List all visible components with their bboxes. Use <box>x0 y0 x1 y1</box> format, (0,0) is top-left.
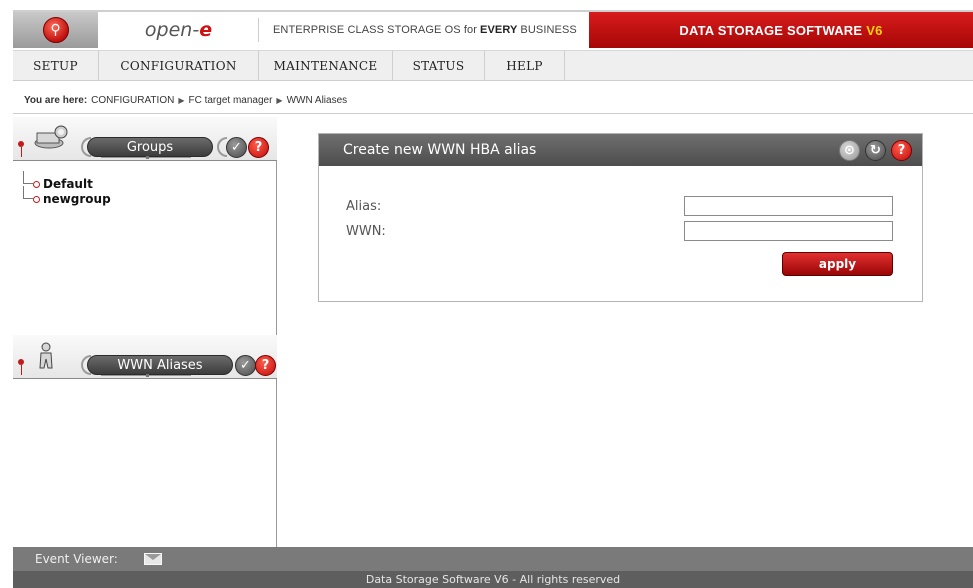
tagline-pre: ENTERPRISE CLASS STORAGE OS for <box>273 24 478 36</box>
footer-text: Data Storage Software V6 - All rights re… <box>365 573 621 586</box>
aliases-panel-header: WWN Aliases ✓ ? <box>13 335 277 379</box>
breadcrumb-divider <box>13 113 973 114</box>
tree-connector <box>23 186 33 199</box>
aliases-title-underline <box>101 374 191 377</box>
breadcrumb-separator-icon: ▶ <box>276 96 283 105</box>
tree-item-default[interactable]: Default <box>23 171 111 192</box>
product-name: DATA STORAGE SOFTWARE <box>679 22 863 38</box>
tree-node-icon <box>33 181 40 188</box>
brand-prefix: open- <box>144 19 200 41</box>
breadcrumb-item[interactable]: FC target manager <box>188 95 272 106</box>
product-version: V6 <box>866 22 883 38</box>
breadcrumb-item: WWN Aliases <box>286 95 348 106</box>
footer: Data Storage Software V6 - All rights re… <box>13 571 973 588</box>
breadcrumb: You are here: CONFIGURATION ▶ FC target … <box>24 95 347 106</box>
groups-tree: Default newgroup <box>23 171 111 207</box>
refresh-icon[interactable]: ↻ <box>865 140 886 161</box>
tree-item-label: newgroup <box>43 192 111 206</box>
tagline: ENTERPRISE CLASS STORAGE OS for EVERY BU… <box>259 12 589 48</box>
groups-settings-icon[interactable]: ✓ <box>226 137 247 158</box>
left-sidebar: Groups ✓ ? Default newgroup WWN Aliases <box>13 117 277 547</box>
wrench-icon: ⚲ <box>42 17 69 43</box>
product-title: DATA STORAGE SOFTWARE V6 <box>589 12 973 48</box>
brand-logo: open-e <box>99 18 259 42</box>
groups-panel-header: Groups ✓ ? <box>13 117 277 161</box>
pin-line <box>21 147 22 157</box>
tagline-post: BUSINESS <box>520 24 577 36</box>
envelope-icon[interactable] <box>143 553 162 565</box>
spinner-icon: ⊙ <box>839 140 860 161</box>
user-icon <box>31 341 61 371</box>
breadcrumb-separator-icon: ▶ <box>178 96 185 105</box>
wwn-label: WWN: <box>346 224 386 239</box>
tree-item-newgroup[interactable]: newgroup <box>23 186 111 207</box>
tagline-bold: EVERY <box>480 24 518 36</box>
tree-connector <box>23 171 33 184</box>
aliases-settings-icon[interactable]: ✓ <box>235 355 256 376</box>
groups-help-icon[interactable]: ? <box>248 137 269 158</box>
menu-setup[interactable]: SETUP <box>13 51 99 81</box>
apply-button[interactable]: apply <box>782 252 893 276</box>
groups-title-underline <box>101 156 191 159</box>
app-logo[interactable]: ⚲ <box>13 12 99 48</box>
event-viewer-bar: Event Viewer: <box>13 547 973 571</box>
event-viewer-label: Event Viewer: <box>35 552 118 566</box>
brand-suffix: e <box>199 19 213 41</box>
alias-input[interactable] <box>684 196 893 216</box>
menu-status[interactable]: STATUS <box>393 51 485 81</box>
panel-title: Create new WWN HBA alias <box>343 142 537 158</box>
create-alias-panel: Create new WWN HBA alias ⊙ ↻ ? Alias: WW… <box>318 133 923 302</box>
tree-item-label: Default <box>43 177 93 191</box>
top-banner: ⚲ open-e ENTERPRISE CLASS STORAGE OS for… <box>13 10 973 48</box>
groups-icon <box>27 123 75 153</box>
wwn-input[interactable] <box>684 221 893 241</box>
menu-help[interactable]: HELP <box>485 51 565 81</box>
alias-label: Alias: <box>346 199 382 214</box>
groups-title: Groups <box>87 137 213 157</box>
panel-titlebar: Create new WWN HBA alias ⊙ ↻ ? <box>319 134 922 166</box>
menu-configuration[interactable]: CONFIGURATION <box>99 51 259 81</box>
tree-node-icon <box>33 196 40 203</box>
aliases-help-icon[interactable]: ? <box>255 355 276 376</box>
aliases-title: WWN Aliases <box>87 355 233 375</box>
breadcrumb-label: You are here: <box>24 95 88 106</box>
pin-line <box>21 365 22 375</box>
breadcrumb-item[interactable]: CONFIGURATION <box>91 95 174 106</box>
menu-maintenance[interactable]: MAINTENANCE <box>259 51 393 81</box>
main-menu: SETUP CONFIGURATION MAINTENANCE STATUS H… <box>13 50 973 81</box>
help-icon[interactable]: ? <box>891 140 912 161</box>
